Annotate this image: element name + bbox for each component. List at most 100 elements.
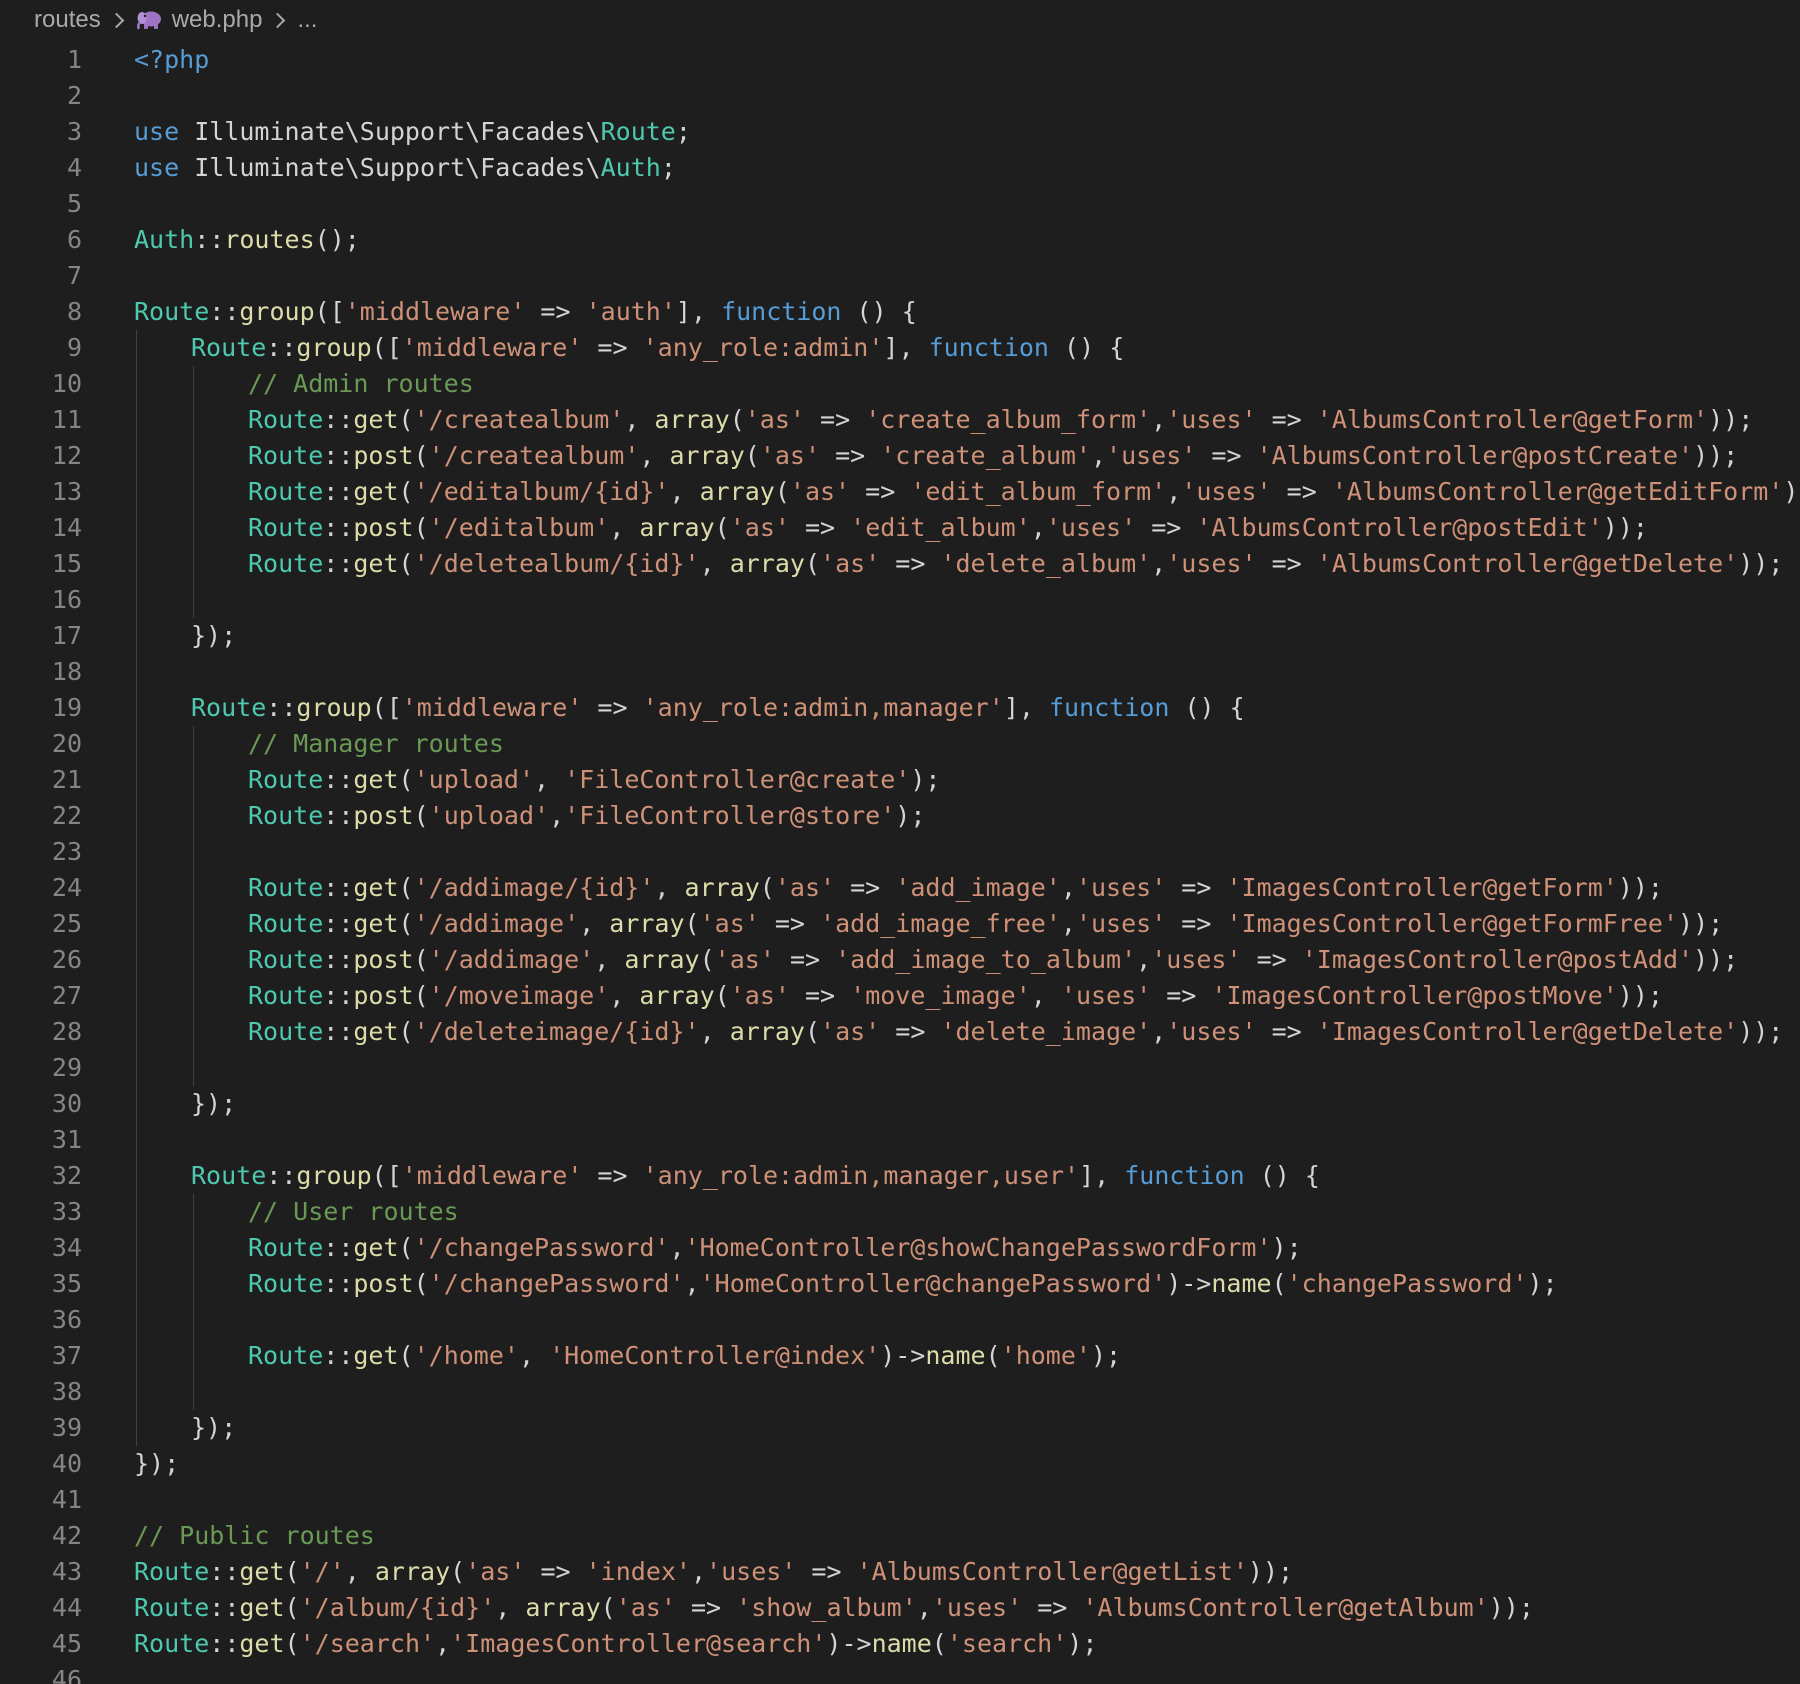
code-line[interactable]: 39});: [0, 1410, 1800, 1446]
code-line[interactable]: 2: [0, 78, 1800, 114]
code-line[interactable]: 5: [0, 186, 1800, 222]
token-plain: );: [1271, 1233, 1302, 1262]
code-text: Route::group(['middleware' => 'any_role:…: [191, 330, 1124, 366]
line-number: 28: [51, 1017, 82, 1046]
code-line[interactable]: 27 Route::post('/moveimage', array('as' =…: [0, 978, 1800, 1014]
code-area[interactable]: 1 <?php 2 3 use Illuminate\Support\Facades\R…: [0, 42, 1800, 1684]
code-line[interactable]: 30});: [0, 1086, 1800, 1122]
code-line[interactable]: 26 Route::post('/addimage', array('as' =>…: [0, 942, 1800, 978]
code-line[interactable]: 46: [0, 1662, 1800, 1684]
token-plain: (: [413, 441, 429, 470]
token-func: post: [353, 945, 414, 974]
token-plain: () {: [1049, 333, 1125, 362]
code-line[interactable]: 10 // Admin routes: [0, 366, 1800, 402]
token-plain: ::: [323, 981, 354, 1010]
indent-guide: [136, 834, 137, 870]
code-line[interactable]: 17});: [0, 618, 1800, 654]
code-line[interactable]: 3 use Illuminate\Support\Facades\Route;: [0, 114, 1800, 150]
code-line[interactable]: 33 // User routes: [0, 1194, 1800, 1230]
token-string: 'any_role:admin': [642, 333, 884, 362]
code-line[interactable]: 7: [0, 258, 1800, 294]
token-plain: (: [398, 1341, 414, 1370]
code-line[interactable]: 18: [0, 654, 1800, 690]
code-line[interactable]: 8 Route::group(['middleware' => 'auth'], …: [0, 294, 1800, 330]
token-plain: ;: [660, 153, 676, 182]
code-line[interactable]: 41: [0, 1482, 1800, 1518]
line-number: 9: [66, 333, 82, 362]
code-line[interactable]: 45 Route::get('/search','ImagesController…: [0, 1626, 1800, 1662]
token-string: 'search': [946, 1629, 1068, 1658]
token-plain: =>: [789, 981, 851, 1010]
breadcrumb-more[interactable]: ...: [297, 6, 317, 34]
breadcrumb-folder[interactable]: routes: [34, 6, 101, 34]
indent-guide: [136, 1374, 137, 1410]
line-number: 27: [51, 981, 82, 1010]
code-line[interactable]: 31: [0, 1122, 1800, 1158]
token-class: Route: [248, 477, 324, 506]
token-string: 'AlbumsController@getForm': [1316, 405, 1709, 434]
token-plain: )->: [826, 1629, 872, 1658]
chevron-right-icon: [270, 12, 286, 28]
code-line[interactable]: 29: [0, 1050, 1800, 1086]
indent-guide: [136, 1158, 137, 1194]
breadcrumb-file[interactable]: web.php: [172, 6, 263, 34]
code-editor[interactable]: routes web.php ... 1 <?php 2 3 use Illuminat…: [0, 0, 1800, 1684]
token-func: group: [239, 297, 315, 326]
code-line[interactable]: 14 Route::post('/editalbum', array('as' =…: [0, 510, 1800, 546]
code-line[interactable]: 37 Route::get('/home', 'HomeController@in…: [0, 1338, 1800, 1374]
code-line[interactable]: 28 Route::get('/deleteimage/{id}', array(…: [0, 1014, 1800, 1050]
token-plain: ));: [1678, 909, 1724, 938]
code-line[interactable]: 36: [0, 1302, 1800, 1338]
token-string: 'any_role:admin,manager,user': [642, 1161, 1080, 1190]
indent-guide: [136, 1230, 137, 1266]
token-plain: ));: [1783, 477, 1800, 506]
code-line[interactable]: 22 Route::post('upload','FileController@s…: [0, 798, 1800, 834]
code-line[interactable]: 20 // Manager routes: [0, 726, 1800, 762]
token-func: get: [353, 909, 399, 938]
token-string: 'uses': [1075, 873, 1167, 902]
token-keyword: function: [721, 297, 842, 326]
token-comment: // Manager routes: [248, 729, 504, 758]
code-line[interactable]: 4 use Illuminate\Support\Facades\Auth;: [0, 150, 1800, 186]
code-line[interactable]: 35 Route::post('/changePassword','HomeCon…: [0, 1266, 1800, 1302]
code-line[interactable]: 21 Route::get('upload', 'FileController@c…: [0, 762, 1800, 798]
code-line[interactable]: 24 Route::get('/addimage/{id}', array('as…: [0, 870, 1800, 906]
code-line[interactable]: 23: [0, 834, 1800, 870]
code-line[interactable]: 42 // Public routes: [0, 1518, 1800, 1554]
token-string: 'middleware': [401, 693, 583, 722]
token-plain: );: [910, 765, 941, 794]
token-plain: ::: [209, 1629, 240, 1658]
token-string: 'uses': [1106, 441, 1197, 470]
token-string: 'AlbumsController@getAlbum': [1082, 1593, 1489, 1622]
token-plain: ,: [1151, 1017, 1167, 1046]
token-string: 'as': [759, 441, 821, 470]
code-line[interactable]: 32 Route::group(['middleware' => 'any_rol…: [0, 1158, 1800, 1194]
code-line[interactable]: 12 Route::post('/createalbum', array('as'…: [0, 438, 1800, 474]
token-func: get: [353, 1017, 399, 1046]
code-text: Route::get('upload', 'FileController@cre…: [248, 762, 940, 798]
token-keyword: use: [134, 153, 180, 182]
code-line[interactable]: 40});: [0, 1446, 1800, 1482]
indent-guide: [136, 1050, 137, 1086]
token-plain: ,: [609, 981, 640, 1010]
code-line[interactable]: 19 Route::group(['middleware' => 'any_rol…: [0, 690, 1800, 726]
code-line[interactable]: 13 Route::get('/editalbum/{id}', array('a…: [0, 474, 1800, 510]
indent-guide: [136, 978, 137, 1014]
code-line[interactable]: 38: [0, 1374, 1800, 1410]
code-text: Route::get('/home', 'HomeController@inde…: [248, 1338, 1121, 1374]
token-string: 'add_image_to_album': [835, 945, 1137, 974]
code-line[interactable]: 44 Route::get('/album/{id}', array('as' =…: [0, 1590, 1800, 1626]
token-class: Route: [248, 549, 324, 578]
code-line[interactable]: 25 Route::get('/addimage', array('as' => …: [0, 906, 1800, 942]
code-line[interactable]: 15 Route::get('/deletealbum/{id}', array(…: [0, 546, 1800, 582]
code-text: Route::post('/moveimage', array('as' => …: [248, 978, 1663, 1014]
code-line[interactable]: 6 Auth::routes();: [0, 222, 1800, 258]
code-line[interactable]: 16: [0, 582, 1800, 618]
token-plain: (: [398, 477, 414, 506]
code-line[interactable]: 34 Route::get('/changePassword','HomeCont…: [0, 1230, 1800, 1266]
code-line[interactable]: 11 Route::get('/createalbum', array('as' …: [0, 402, 1800, 438]
code-line[interactable]: 1 <?php: [0, 42, 1800, 78]
code-line[interactable]: 9 Route::group(['middleware' => 'any_role…: [0, 330, 1800, 366]
line-number: 38: [51, 1377, 82, 1406]
code-line[interactable]: 43 Route::get('/', array('as' => 'index',…: [0, 1554, 1800, 1590]
